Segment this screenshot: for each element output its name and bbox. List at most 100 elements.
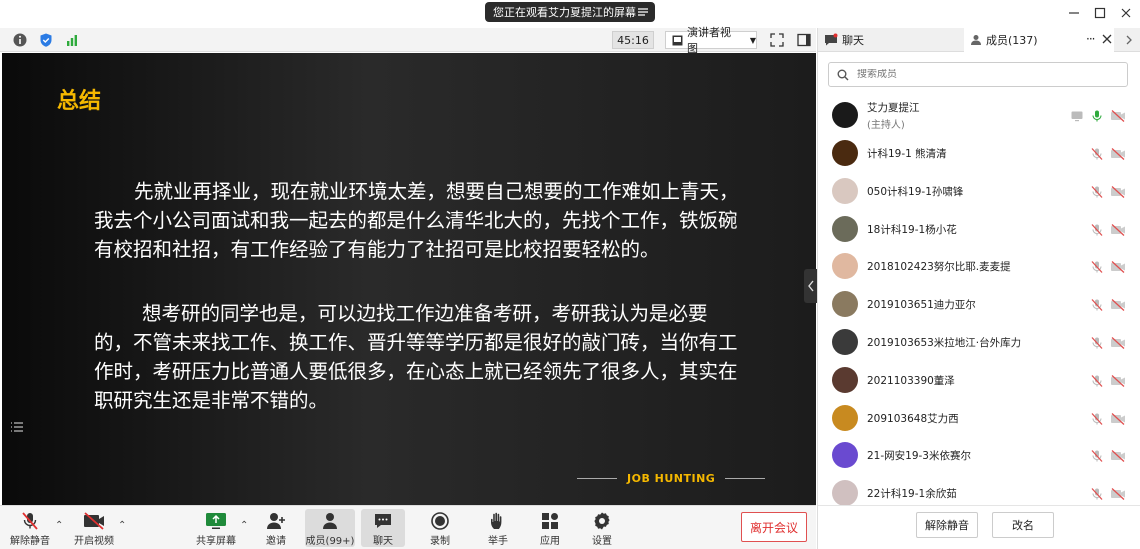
member-row[interactable]: 22计科19-1余欣茹 — [818, 474, 1128, 512]
fullscreen-icon[interactable] — [769, 32, 785, 48]
member-row[interactable]: 计科19-1 熊清清 — [818, 134, 1128, 172]
members-label: 成员(99+) — [305, 536, 355, 547]
chevron-up-icon[interactable]: ⌃ — [55, 520, 63, 531]
chevron-down-icon: ▼ — [749, 35, 756, 45]
view-mode-select[interactable]: 演讲者视图 ▼ — [665, 26, 757, 55]
member-name: 艾力夏提江 — [867, 102, 920, 114]
unmute-all-button[interactable]: 解除静音 — [916, 512, 978, 538]
member-row[interactable]: 18计科19-1杨小花 — [818, 210, 1128, 248]
search-icon — [837, 69, 849, 80]
tab-members[interactable]: 成员(137) ··· — [964, 28, 1114, 52]
avatar — [832, 291, 858, 318]
member-row[interactable]: 2018102423努尔比耶.麦麦提 — [818, 247, 1128, 285]
video-off-icon[interactable] — [1110, 109, 1125, 123]
member-row[interactable]: 2019103651迪力亚尔 — [818, 285, 1128, 323]
mic-on-icon[interactable] — [1090, 109, 1104, 123]
video-off-icon[interactable] — [1110, 412, 1125, 426]
divider — [577, 478, 617, 479]
divider — [818, 505, 1140, 506]
video-off-icon[interactable] — [1110, 374, 1125, 388]
collapse-panel-button[interactable] — [804, 269, 818, 303]
invite-button[interactable]: 邀请 — [256, 509, 296, 547]
mic-muted-icon[interactable] — [1090, 487, 1104, 501]
chevron-up-icon[interactable]: ⌃ — [118, 520, 126, 531]
grid-icon — [672, 35, 683, 45]
scrollbar[interactable] — [1130, 96, 1136, 506]
apps-button[interactable]: 应用 — [530, 509, 570, 547]
list-icon[interactable] — [10, 420, 24, 434]
settings-button[interactable]: 设置 — [582, 509, 622, 547]
member-search[interactable] — [828, 62, 1128, 87]
more-icon[interactable]: ··· — [1086, 32, 1096, 46]
slide-paragraph-2: 想考研的同学也是，可以边找工作边准备考研，考研我认为是必要的，不管未来找工作、换… — [94, 299, 744, 415]
screen-share-icon — [1070, 109, 1084, 123]
member-row[interactable]: 21-网安19-3米依赛尔 — [818, 436, 1128, 474]
member-row-host[interactable]: 艾力夏提江 (主持人) — [818, 96, 1128, 134]
avatar — [832, 366, 858, 393]
video-off-icon[interactable] — [1110, 298, 1125, 312]
chevron-up-icon[interactable]: ⌃ — [240, 520, 248, 531]
divider — [725, 478, 766, 479]
meeting-toolbar: 45:16 演讲者视图 ▼ — [0, 26, 816, 55]
mic-muted-icon[interactable] — [1090, 185, 1104, 199]
rename-button[interactable]: 改名 — [992, 512, 1054, 538]
close-icon[interactable] — [1101, 30, 1113, 48]
member-name: 2021103390董泽 — [867, 374, 955, 387]
signal-icon[interactable] — [64, 32, 80, 48]
chat-button[interactable]: 聊天 — [361, 509, 405, 547]
info-icon[interactable] — [12, 32, 28, 48]
share-screen-button[interactable]: 共享屏幕 — [193, 509, 239, 547]
leave-meeting-button[interactable]: 离开会议 — [741, 512, 807, 542]
mic-muted-icon[interactable] — [1090, 147, 1104, 161]
mic-muted-icon[interactable] — [1090, 412, 1104, 426]
close-icon[interactable] — [1119, 6, 1133, 20]
video-off-icon[interactable] — [1110, 336, 1125, 350]
avatar — [832, 177, 858, 204]
meeting-timer: 45:16 — [612, 31, 654, 49]
slide-title: 总结 — [57, 89, 102, 114]
share-banner[interactable]: 您正在观看艾力夏提江的屏幕 — [485, 2, 655, 22]
panel-tabs: 聊天 成员(137) ··· — [818, 28, 1140, 52]
menu-icon[interactable] — [637, 6, 649, 18]
raise-hand-button[interactable]: 举手 — [478, 509, 518, 547]
member-row[interactable]: 209103648艾力西 — [818, 399, 1128, 437]
mic-muted-icon[interactable] — [1090, 223, 1104, 237]
member-name: 计科19-1 熊清清 — [867, 148, 947, 160]
raise-hand-label: 举手 — [488, 536, 508, 547]
video-off-icon — [82, 509, 106, 532]
maximize-icon[interactable] — [1093, 6, 1107, 20]
video-off-icon[interactable] — [1110, 223, 1125, 237]
record-button[interactable]: 录制 — [420, 509, 460, 547]
avatar — [832, 442, 858, 469]
mic-muted-icon[interactable] — [1090, 260, 1104, 274]
video-off-icon[interactable] — [1110, 260, 1125, 274]
layout-icon[interactable] — [796, 32, 812, 48]
mic-muted-icon[interactable] — [1090, 336, 1104, 350]
chevron-right-icon[interactable] — [1124, 34, 1134, 46]
mic-muted-icon[interactable] — [1090, 374, 1104, 388]
member-name: 209103648艾力西 — [867, 412, 959, 425]
side-panel: 聊天 成员(137) ··· 艾力夏提江 (主持人) 计科19-1 熊清清 050计科… — [817, 28, 1140, 549]
member-row[interactable]: 2021103390董泽 — [818, 361, 1128, 399]
minimize-icon[interactable] — [1067, 6, 1081, 20]
avatar — [832, 253, 858, 280]
member-row[interactable]: 050计科19-1孙啸锋 — [818, 172, 1128, 210]
video-off-icon[interactable] — [1110, 487, 1125, 501]
start-video-button[interactable]: 开启视频 — [70, 509, 118, 547]
video-off-icon[interactable] — [1110, 147, 1125, 161]
avatar — [832, 102, 858, 128]
shield-icon[interactable] — [38, 32, 54, 48]
search-input[interactable] — [857, 69, 1107, 80]
tab-chat[interactable]: 聊天 — [822, 28, 962, 52]
settings-label: 设置 — [592, 536, 612, 547]
tab-chat-label: 聊天 — [842, 34, 864, 47]
host-role: (主持人) — [867, 120, 905, 131]
video-off-icon[interactable] — [1110, 449, 1125, 463]
mic-muted-icon[interactable] — [1090, 298, 1104, 312]
record-icon — [430, 509, 450, 532]
mic-muted-icon[interactable] — [1090, 449, 1104, 463]
member-row[interactable]: 2019103653米拉地江·台外库力 — [818, 323, 1128, 361]
video-off-icon[interactable] — [1110, 185, 1125, 199]
unmute-button[interactable]: 解除静音 — [6, 509, 54, 547]
members-button[interactable]: 成员(99+) — [305, 509, 355, 547]
